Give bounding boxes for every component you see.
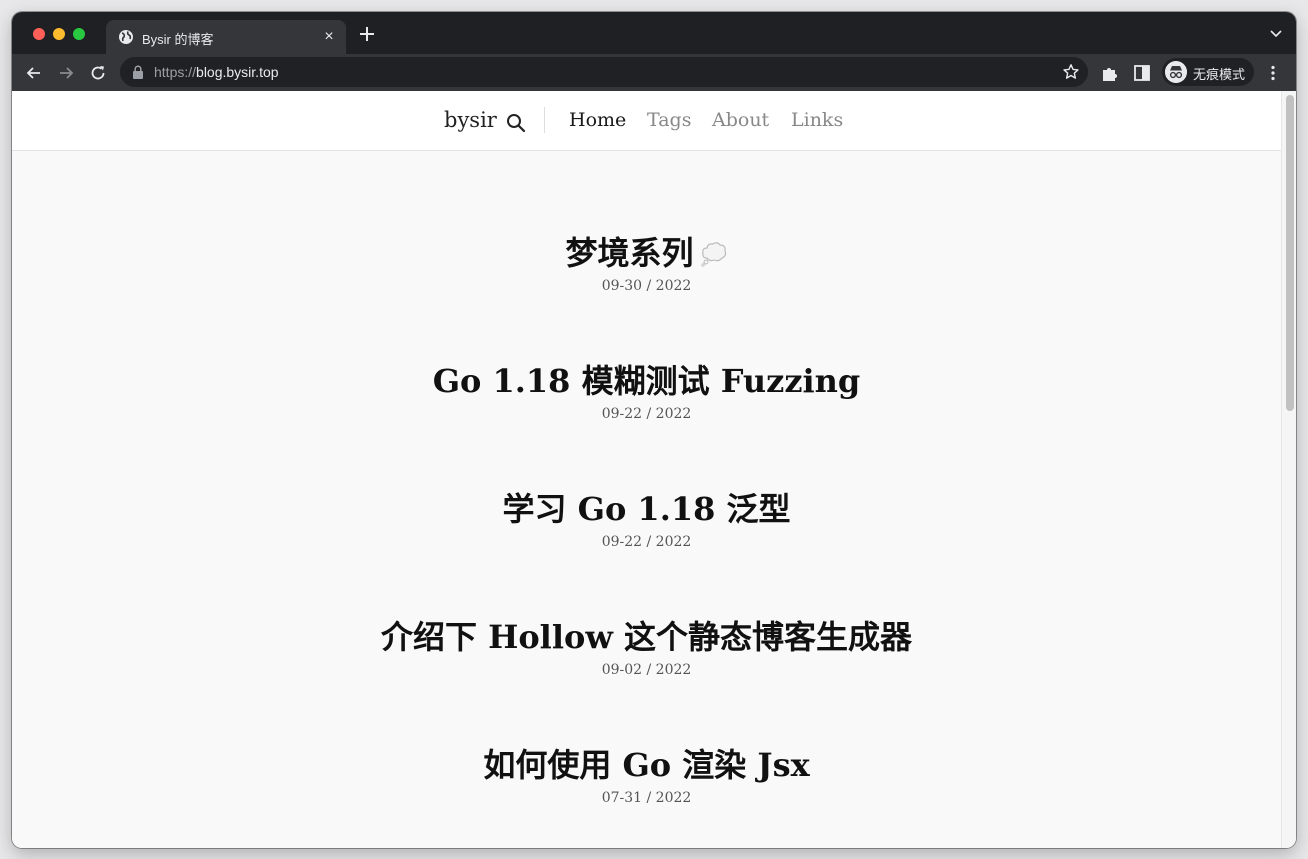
side-panel-icon[interactable] [1132, 63, 1152, 83]
post-date: 09-02 / 2022 [601, 662, 692, 678]
page-viewport: 梦境系列 09-30 / 2022 Go 1.18 模糊测试 Fuzzing 0… [12, 91, 1296, 848]
nav-link-home[interactable]: Home [569, 109, 626, 131]
zoom-window-button[interactable] [73, 28, 85, 40]
site-header: bysir Home Tags About Links [12, 91, 1281, 151]
list-item: 学习 Go 1.18 泛型 09-22 / 2022 [12, 489, 1281, 551]
incognito-profile-button[interactable]: 无痕模式 [1162, 58, 1254, 86]
reload-button[interactable] [88, 63, 108, 83]
lock-icon[interactable] [132, 65, 144, 79]
nav-link-links[interactable]: Links [791, 109, 843, 131]
post-list: 梦境系列 09-30 / 2022 Go 1.18 模糊测试 Fuzzing 0… [12, 91, 1281, 848]
globe-icon [119, 30, 133, 44]
search-icon[interactable] [506, 113, 526, 133]
scrollbar[interactable] [1281, 91, 1296, 848]
site-brand[interactable]: bysir [444, 108, 497, 132]
forward-button[interactable] [56, 63, 76, 83]
list-item: 如何使用 Go 渲染 Jsx 07-31 / 2022 [12, 745, 1281, 807]
post-title-link[interactable]: Go 1.18 模糊测试 Fuzzing [12, 361, 1281, 401]
nav-link-about[interactable]: About [712, 109, 769, 131]
post-title-link[interactable]: 介绍下 Hollow 这个静态博客生成器 [12, 617, 1281, 657]
thought-bubble-icon [700, 242, 726, 267]
more-menu-icon[interactable] [1264, 64, 1282, 82]
extensions-icon[interactable] [1100, 63, 1120, 83]
close-window-button[interactable] [33, 28, 45, 40]
tab-title: Bysir 的博客 [142, 32, 214, 47]
nav-divider [544, 107, 545, 133]
minimize-window-button[interactable] [53, 28, 65, 40]
url-scheme: https:// [154, 64, 197, 80]
tab-close-button[interactable]: × [320, 28, 338, 46]
browser-toolbar: https://blog.bysir.top 无痕模式 [12, 54, 1296, 91]
address-bar[interactable]: https://blog.bysir.top [120, 57, 1088, 87]
post-date: 09-22 / 2022 [601, 406, 692, 422]
scrollbar-thumb[interactable] [1286, 95, 1294, 411]
incognito-icon [1165, 61, 1187, 83]
incognito-label: 无痕模式 [1193, 67, 1246, 82]
post-title: 梦境系列 [565, 234, 694, 272]
list-item: 梦境系列 09-30 / 2022 [12, 233, 1281, 295]
post-date: 07-31 / 2022 [601, 790, 692, 806]
bookmark-star-icon[interactable] [1062, 63, 1080, 81]
post-title-link[interactable]: 如何使用 Go 渲染 Jsx [12, 745, 1281, 785]
back-button[interactable] [24, 63, 44, 83]
tab-active[interactable]: Bysir 的博客 × [106, 20, 346, 54]
post-date: 09-22 / 2022 [601, 534, 692, 550]
browser-window: Bysir 的博客 × https://blog.bysir.top 无痕模式 … [12, 12, 1296, 848]
url-text: https://blog.bysir.top [154, 64, 279, 80]
post-title-link[interactable]: 学习 Go 1.18 泛型 [12, 489, 1281, 529]
list-item: Go 1.18 模糊测试 Fuzzing 09-22 / 2022 [12, 361, 1281, 423]
chevron-down-icon[interactable] [1270, 29, 1282, 39]
url-host: blog.bysir.top [196, 64, 279, 80]
post-title-link[interactable]: 梦境系列 [12, 233, 1281, 273]
post-date: 09-30 / 2022 [601, 278, 692, 294]
tab-strip: Bysir 的博客 × [12, 12, 1296, 54]
new-tab-button[interactable] [358, 25, 376, 43]
nav-link-tags[interactable]: Tags [647, 109, 691, 131]
list-item: 介绍下 Hollow 这个静态博客生成器 09-02 / 2022 [12, 617, 1281, 679]
